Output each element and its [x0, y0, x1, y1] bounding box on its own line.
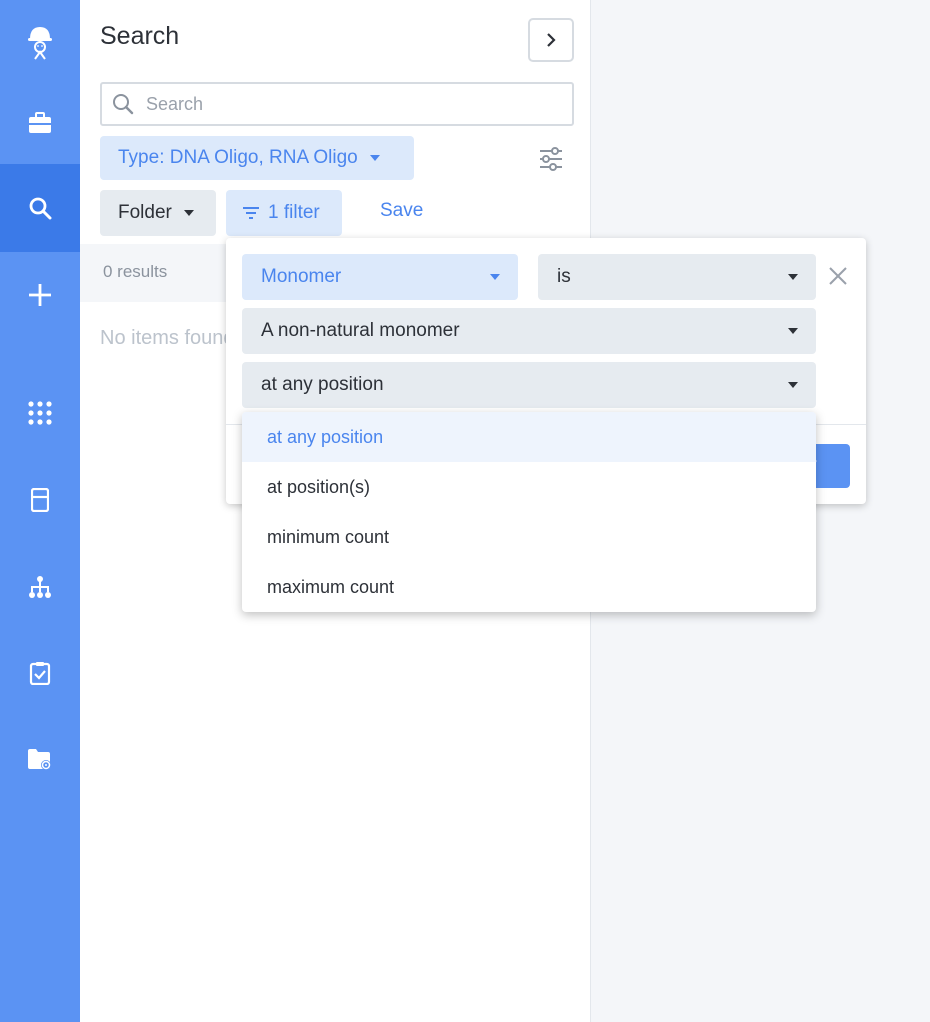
search-input[interactable]	[146, 93, 546, 115]
grid-icon	[28, 401, 52, 425]
empty-state-message: No items found	[100, 327, 235, 349]
close-icon[interactable]	[826, 264, 850, 288]
nav-notebook[interactable]	[0, 457, 80, 543]
nav-logo[interactable]	[0, 0, 80, 86]
filter-settings-icon[interactable]	[538, 146, 564, 172]
operator-select-value: is	[557, 266, 571, 287]
save-search-link[interactable]: Save	[380, 200, 423, 222]
menu-item-at-positions[interactable]: at position(s)	[242, 462, 816, 512]
menu-item-any-position[interactable]: at any position	[242, 412, 816, 462]
folder-label: Folder	[118, 202, 172, 223]
chevron-down-icon	[788, 274, 798, 280]
folder-button[interactable]: Folder	[100, 190, 216, 236]
filter-count-label: 1 filter	[268, 202, 320, 223]
nav-tasks[interactable]	[0, 630, 80, 716]
menu-item-maximum-count[interactable]: maximum count	[242, 562, 816, 612]
nav-create[interactable]	[0, 252, 80, 338]
field-select[interactable]: Monomer	[242, 254, 518, 300]
position-select[interactable]: at any position	[242, 362, 816, 408]
nav-apps[interactable]	[0, 370, 80, 456]
notebook-icon	[31, 488, 49, 512]
filter-button[interactable]: 1 filter	[226, 190, 342, 236]
hierarchy-icon	[29, 576, 51, 598]
chevron-down-icon	[183, 210, 194, 216]
position-dropdown-menu: at any position at position(s) minimum c…	[242, 412, 816, 612]
operator-select[interactable]: is	[538, 254, 816, 300]
position-select-value: at any position	[261, 374, 384, 395]
results-count: 0 results	[103, 262, 168, 281]
menu-item-minimum-count[interactable]: minimum count	[242, 512, 816, 562]
monomer-select-value: A non-natural monomer	[261, 320, 460, 341]
type-filter-label: Type: DNA Oligo, RNA Oligo	[118, 147, 358, 168]
monomer-select[interactable]: A non-natural monomer	[242, 308, 816, 354]
robot-logo-icon	[28, 27, 52, 60]
nav-projects[interactable]	[0, 716, 80, 802]
expand-panel-button[interactable]	[528, 18, 574, 62]
chevron-right-icon	[547, 33, 556, 47]
chevron-down-icon	[788, 328, 798, 334]
briefcase-icon	[29, 112, 51, 133]
filter-icon	[243, 207, 259, 219]
chevron-down-icon	[788, 382, 798, 388]
search-field[interactable]	[100, 82, 574, 126]
search-icon	[113, 94, 134, 115]
nav-hierarchy[interactable]	[0, 544, 80, 630]
left-nav	[0, 0, 80, 1022]
search-icon	[29, 197, 52, 220]
type-filter-chip[interactable]: Type: DNA Oligo, RNA Oligo	[100, 136, 414, 180]
field-select-value: Monomer	[261, 266, 342, 287]
plus-icon	[29, 284, 51, 306]
chevron-down-icon	[490, 274, 500, 280]
page-title: Search	[100, 22, 180, 50]
folder-settings-icon	[28, 749, 51, 770]
nav-inventory[interactable]	[0, 80, 80, 166]
checklist-icon	[29, 662, 51, 685]
chevron-down-icon	[369, 155, 380, 161]
nav-search[interactable]	[0, 164, 80, 252]
